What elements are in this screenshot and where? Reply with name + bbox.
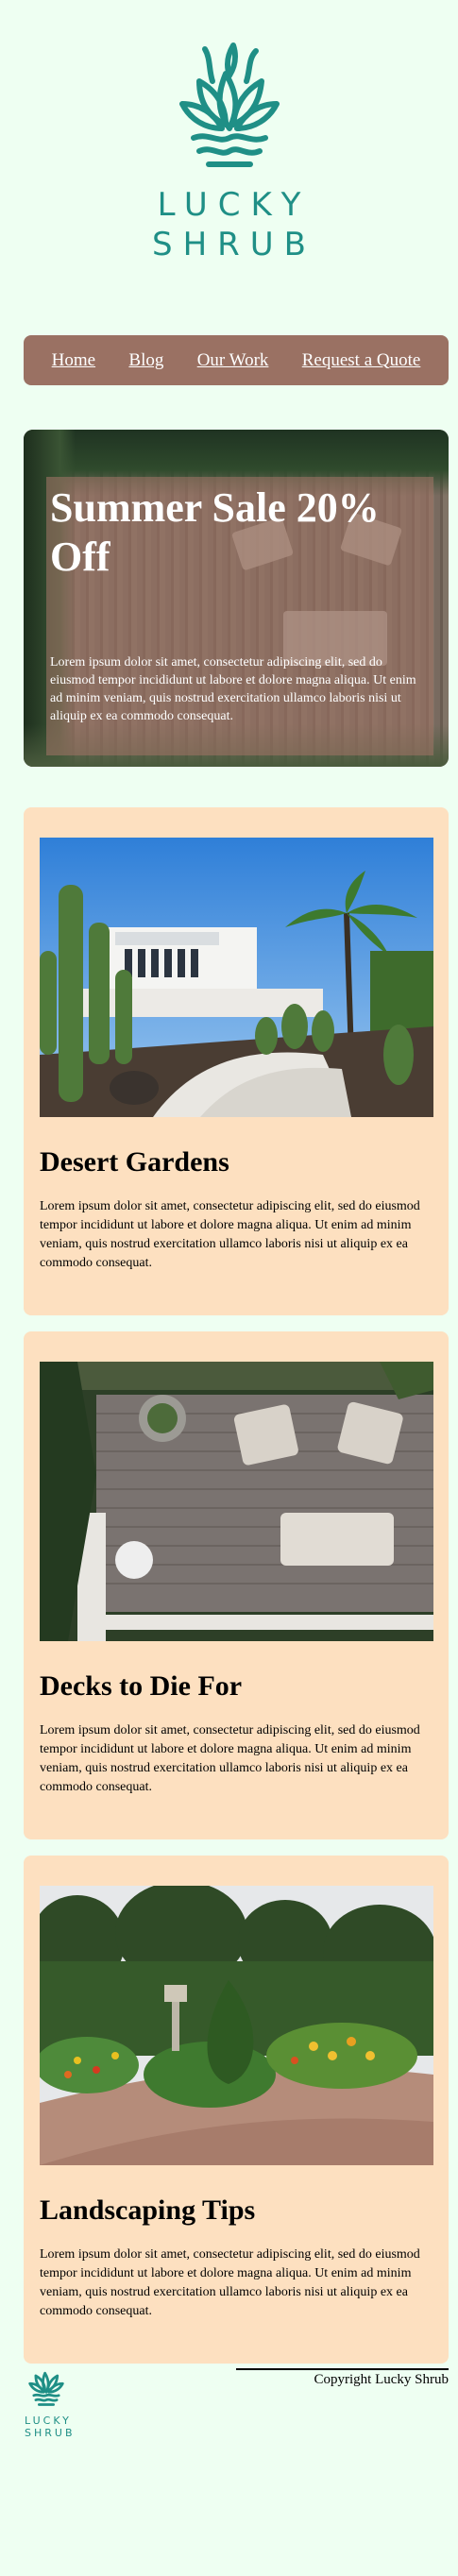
card-title[interactable]: Landscaping Tips [40,2194,255,2228]
header-logo[interactable]: LUCKY SHRUB [0,38,458,264]
nav-link-our-work[interactable]: Our Work [197,350,269,371]
card-title[interactable]: Desert Gardens [40,1145,229,1179]
plant-logo-icon [178,42,280,167]
main-nav: Home Blog Our Work Request a Quote [24,335,449,385]
card-title[interactable]: Decks to Die For [40,1669,242,1703]
article-card-decks[interactable]: Decks to Die For Lorem ipsum dolor sit a… [24,1331,449,1839]
logo-text-line1: LUCKY [157,186,312,224]
desert-gardens-illustration [40,838,433,1117]
hero-banner: Summer Sale 20% Off Lorem ipsum dolor si… [24,430,449,767]
deck-illustration [40,1362,433,1641]
garden-illustration [40,1886,433,2165]
card-text: Lorem ipsum dolor sit amet, consectetur … [40,1199,420,1270]
footer-logo-text-line1: LUCKY [25,2415,72,2427]
hero-text: Lorem ipsum dolor sit amet, consectetur … [50,655,416,723]
nav-link-request-quote[interactable]: Request a Quote [302,350,421,371]
nav-link-blog[interactable]: Blog [128,350,163,371]
footer-divider [236,2368,449,2370]
article-card-desert-gardens[interactable]: Desert Gardens Lorem ipsum dolor sit ame… [24,807,449,1315]
decks-image [40,1362,433,1641]
footer-logo-text-line2: SHRUB [25,2427,76,2439]
plant-logo-icon [28,2371,64,2406]
nav-link-home[interactable]: Home [52,350,95,371]
logo-text-line2: SHRUB [152,226,316,263]
card-text: Lorem ipsum dolor sit amet, consectetur … [40,2247,420,2318]
landscaping-image [40,1886,433,2165]
hero-title: Summer Sale 20% Off [50,484,380,580]
desert-gardens-image [40,838,433,1117]
copyright-text: Copyright Lucky Shrub [314,2372,450,2387]
article-card-landscaping[interactable]: Landscaping Tips Lorem ipsum dolor sit a… [24,1856,449,2364]
card-text: Lorem ipsum dolor sit amet, consectetur … [40,1723,420,1794]
footer-logo[interactable]: LUCKY SHRUB [22,2361,76,2439]
